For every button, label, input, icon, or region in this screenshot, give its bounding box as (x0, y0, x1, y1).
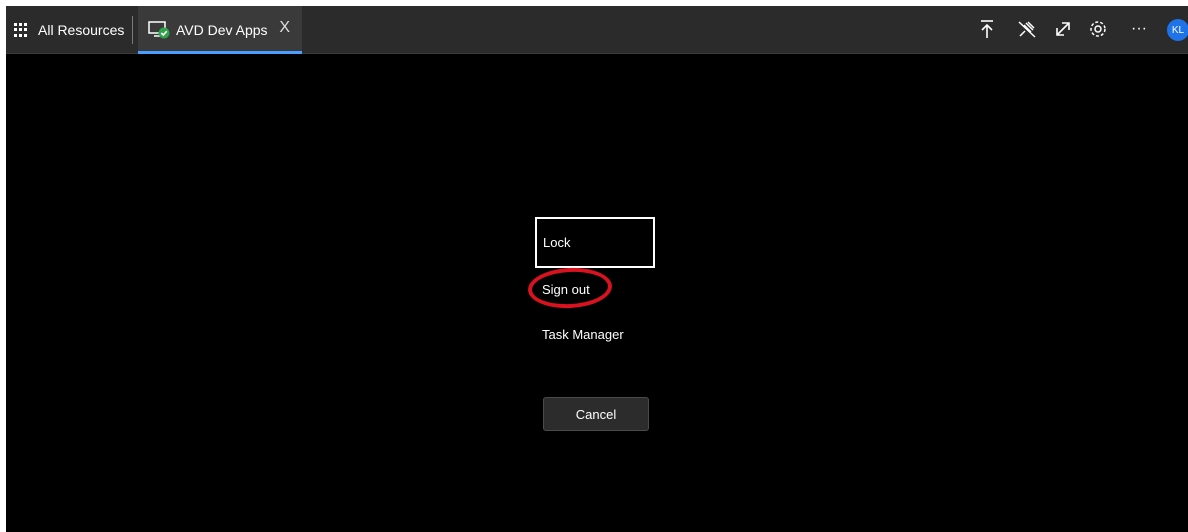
annotation-circle (527, 265, 613, 311)
computer-check-icon (148, 21, 170, 39)
avatar[interactable]: KL (1167, 19, 1188, 41)
tab-avd-dev-apps-label: AVD Dev Apps (176, 22, 268, 38)
lock-option[interactable]: Lock (535, 217, 655, 268)
tab-avd-dev-apps[interactable]: AVD Dev Apps X (138, 6, 302, 54)
top-bar: All Resources AVD Dev Apps X ··· KL (6, 6, 1188, 54)
pin-top-icon[interactable] (976, 18, 998, 40)
remote-session-window: All Resources AVD Dev Apps X ··· KL Lock… (6, 6, 1188, 532)
task-manager-option[interactable]: Task Manager (542, 327, 624, 342)
tab-all-resources[interactable]: All Resources (6, 6, 128, 54)
more-icon[interactable]: ··· (1128, 18, 1150, 40)
close-icon[interactable]: X (279, 19, 290, 37)
lock-option-label: Lock (543, 235, 571, 250)
settings-icon[interactable] (1087, 18, 1109, 40)
apps-grid-icon (14, 23, 28, 37)
active-tab-indicator (138, 51, 302, 54)
tab-all-resources-label: All Resources (38, 22, 125, 38)
unpin-icon[interactable] (1016, 18, 1038, 40)
expand-icon[interactable] (1052, 18, 1074, 40)
cancel-button[interactable]: Cancel (543, 397, 649, 431)
tab-divider (132, 16, 133, 44)
